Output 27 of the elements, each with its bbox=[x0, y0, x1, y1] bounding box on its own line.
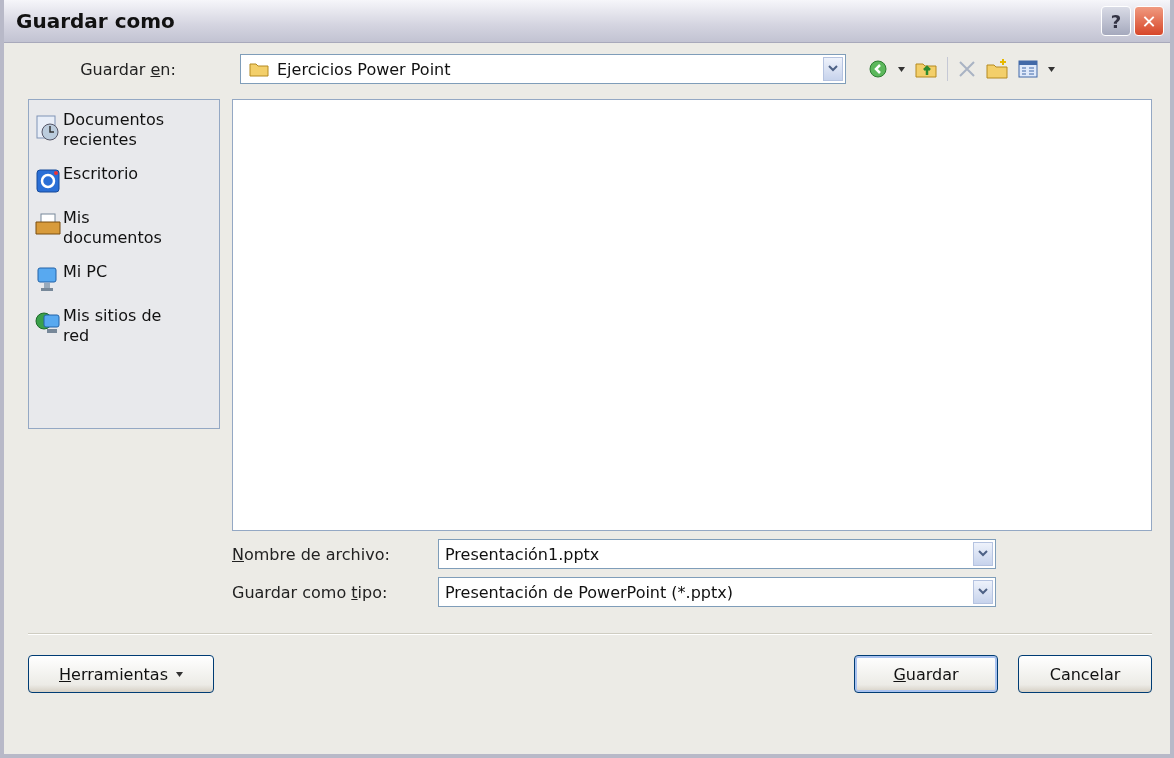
clock-document-icon bbox=[35, 114, 61, 142]
tools-button[interactable]: Herramientas bbox=[28, 655, 214, 693]
places-item[interactable]: Documentos recientes bbox=[35, 110, 213, 150]
cancel-button[interactable]: Cancelar bbox=[1018, 655, 1152, 693]
places-item[interactable]: Mis sitios de red bbox=[35, 306, 213, 346]
window-title: Guardar como bbox=[16, 9, 175, 33]
views-icon[interactable] bbox=[1018, 60, 1038, 78]
field-label: Guardar como tipo: bbox=[232, 582, 389, 602]
field-label: Nombre de archivo: bbox=[232, 544, 391, 564]
caret-icon[interactable] bbox=[1048, 66, 1055, 72]
network-computer-icon bbox=[35, 310, 61, 336]
save-button[interactable]: Guardar bbox=[854, 655, 998, 693]
places-item[interactable]: Mi PC bbox=[35, 262, 213, 292]
help-button[interactable]: ? bbox=[1101, 6, 1131, 36]
places-item[interactable]: Mis documentos bbox=[35, 208, 213, 248]
file-type-dropdown[interactable]: Presentación de PowerPoint (*.pptx) bbox=[438, 577, 996, 607]
back-icon[interactable] bbox=[868, 59, 888, 79]
folder-up-icon[interactable] bbox=[915, 60, 937, 78]
caret-icon bbox=[176, 671, 183, 677]
caret-icon[interactable] bbox=[898, 66, 905, 72]
location-dropdown[interactable]: Ejercicios Power Point bbox=[240, 54, 846, 84]
folder-icon bbox=[249, 61, 269, 77]
desktop-icon bbox=[35, 168, 61, 194]
filename-field[interactable]: Presentación1.pptx bbox=[438, 539, 996, 569]
places-item[interactable]: Escritorio bbox=[35, 164, 213, 194]
documents-icon bbox=[35, 212, 61, 238]
save-in-label: Guardar en: bbox=[79, 59, 177, 79]
